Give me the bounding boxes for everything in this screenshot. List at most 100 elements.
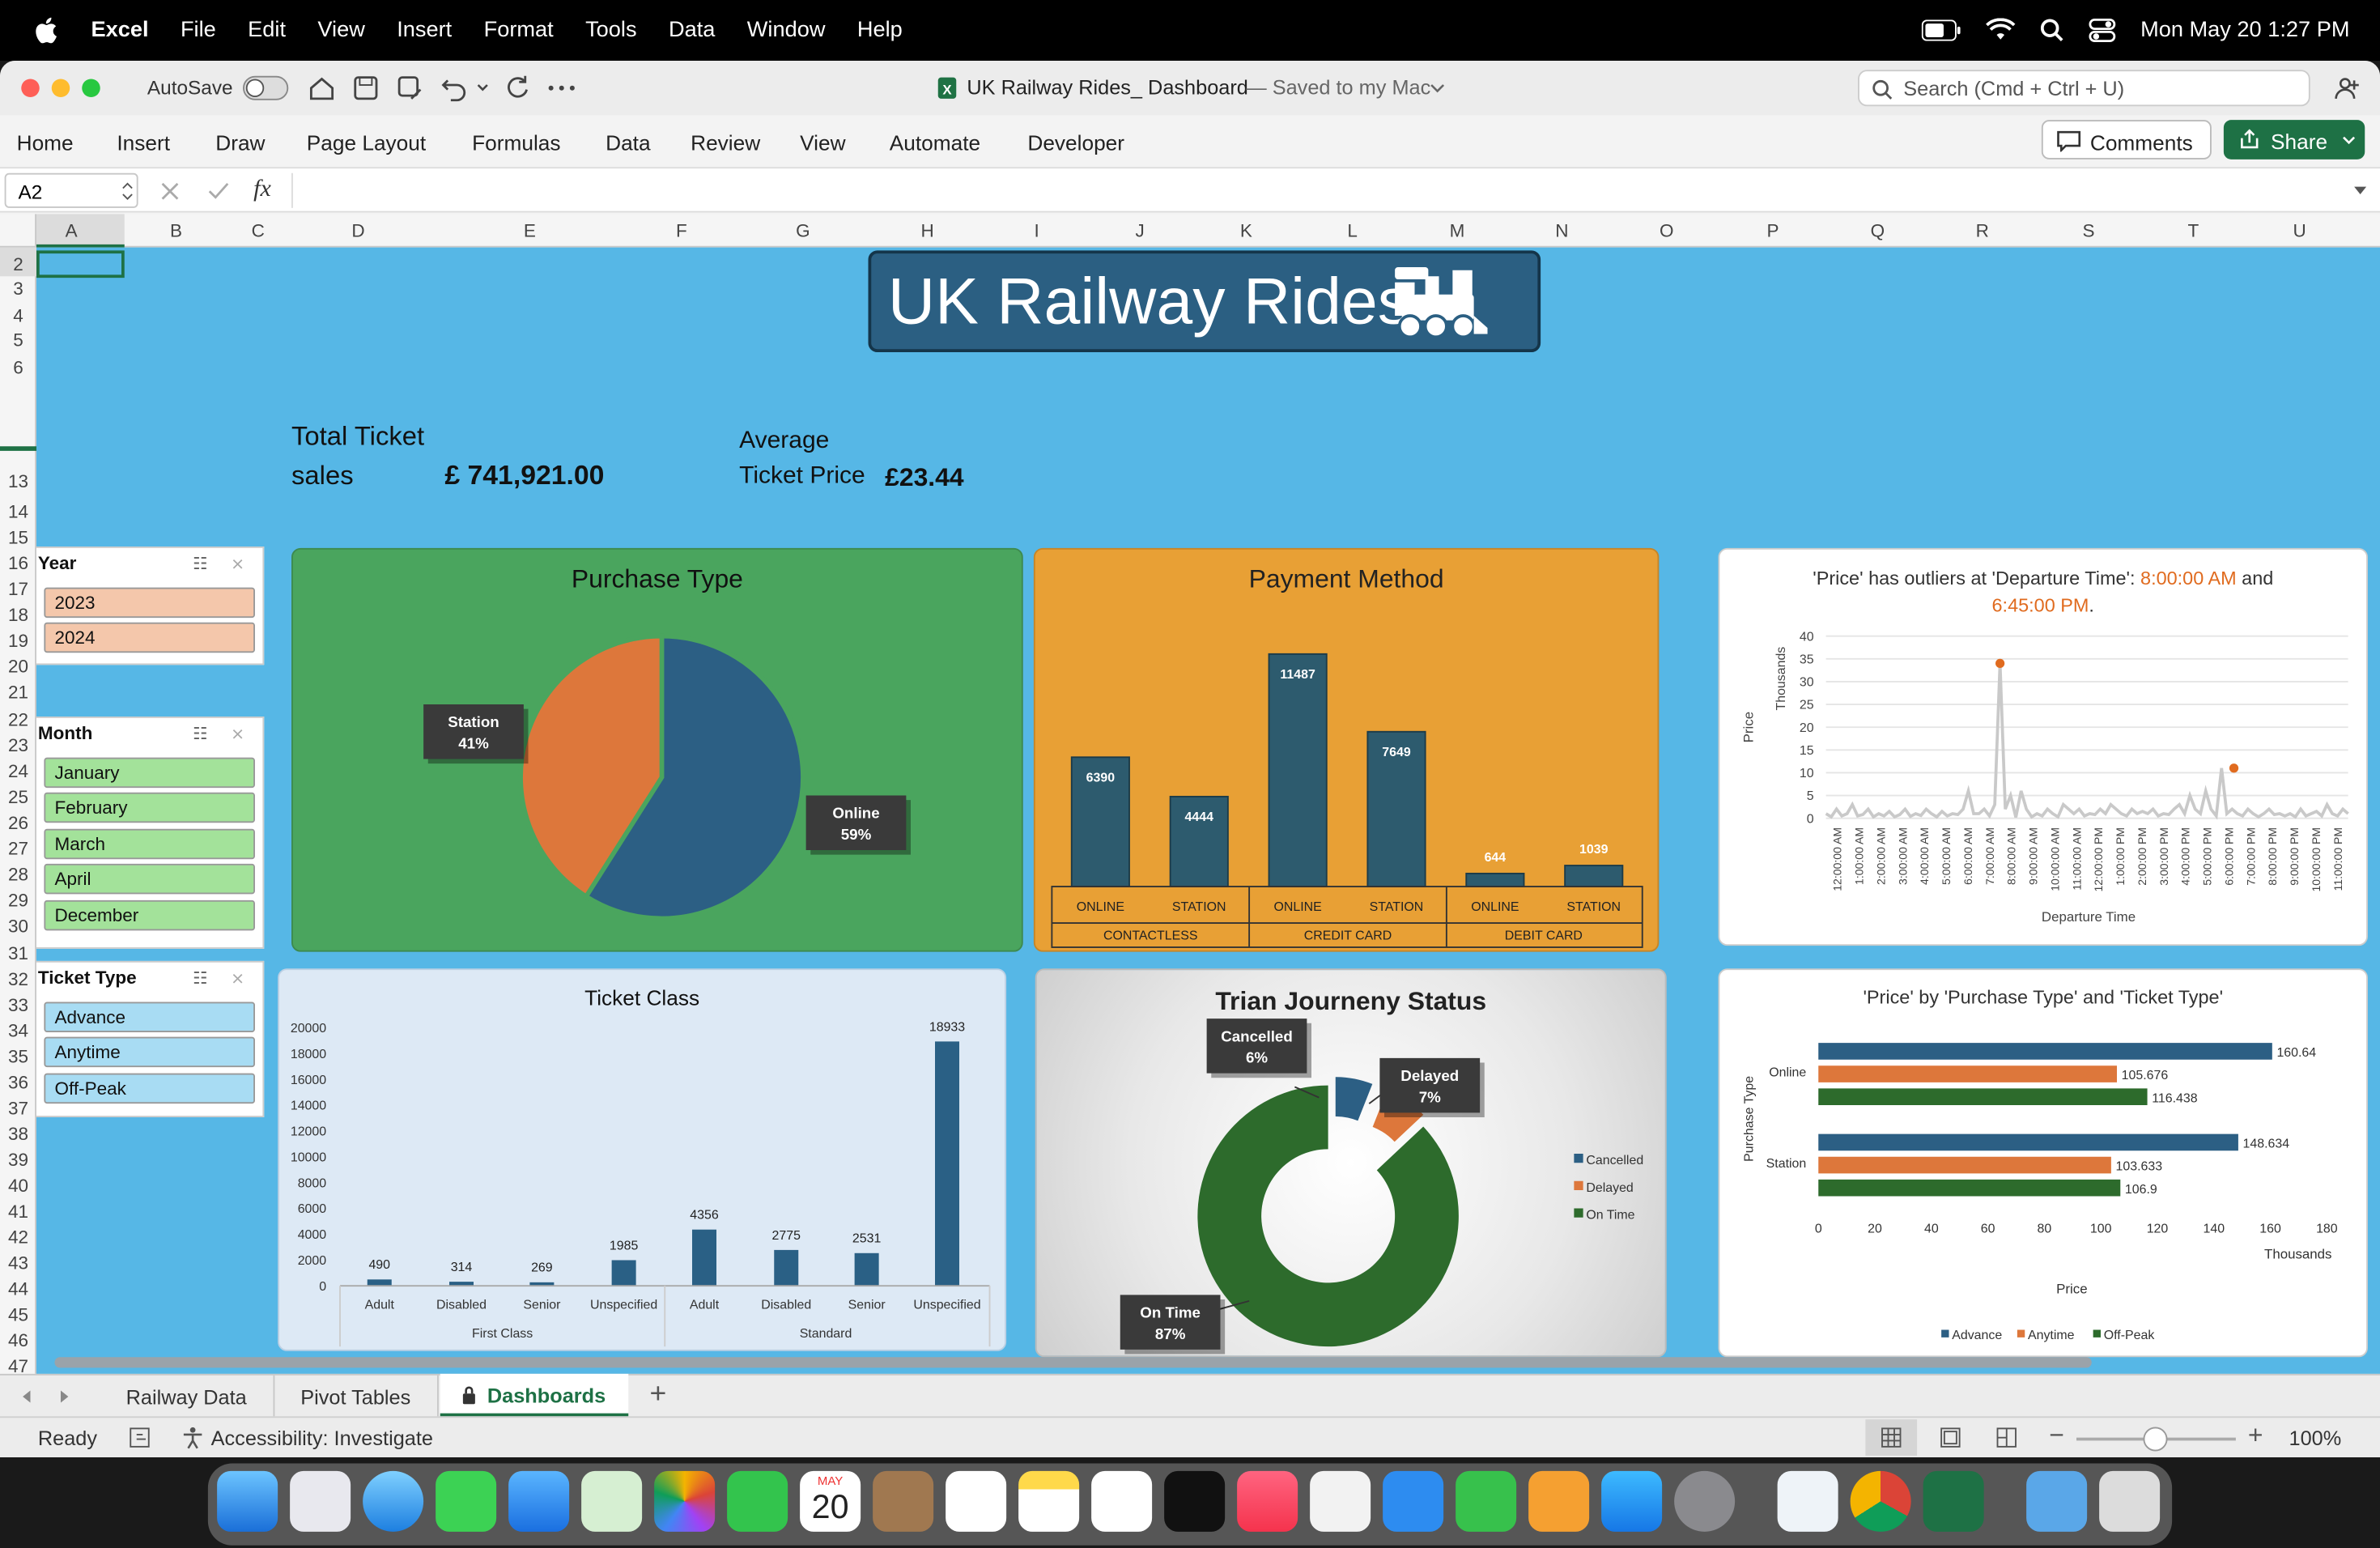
control-center-icon[interactable] (2089, 18, 2116, 43)
price-by-purchase-chart[interactable]: 'Price' by 'Purchase Type' and 'Ticket T… (1718, 968, 2368, 1358)
row-header[interactable]: 45 (0, 1304, 36, 1325)
calendar-icon[interactable]: MAY 20 (800, 1470, 861, 1532)
multi-select-icon[interactable]: ☷ (193, 968, 208, 989)
sheet-tab-dashboards[interactable]: Dashboards (440, 1373, 629, 1417)
row-header[interactable]: 39 (0, 1149, 36, 1170)
close-window-button[interactable] (21, 79, 40, 97)
system-settings-icon[interactable] (1674, 1470, 1736, 1532)
row-header[interactable]: 43 (0, 1252, 36, 1274)
row-header[interactable]: 13 (0, 470, 36, 491)
column-header[interactable]: B (161, 220, 192, 241)
slicer-item-december[interactable]: December (44, 899, 255, 931)
title-dropdown-icon[interactable] (1430, 82, 1445, 94)
column-header[interactable]: D (343, 220, 374, 241)
row-header[interactable]: 41 (0, 1201, 36, 1222)
search-input[interactable]: Search (Cmd + Ctrl + U) (1903, 78, 2124, 100)
column-header[interactable]: C (243, 220, 274, 241)
row-header[interactable]: 29 (0, 890, 36, 911)
menu-file[interactable]: File (181, 19, 216, 43)
row-header[interactable]: 16 (0, 553, 36, 574)
apple-tv-icon[interactable] (1164, 1470, 1226, 1532)
slicer-item-march[interactable]: March (44, 828, 255, 860)
spotlight-search-icon[interactable] (2040, 19, 2064, 43)
numbers-icon[interactable] (1456, 1470, 1517, 1532)
home-icon[interactable] (308, 74, 336, 102)
tab-review[interactable]: Review (691, 130, 760, 155)
scroll-tabs-right-icon[interactable] (59, 1389, 71, 1405)
notes-icon[interactable] (1018, 1470, 1080, 1532)
column-header[interactable]: P (1757, 220, 1788, 241)
sheet-tab-pivot-tables[interactable]: Pivot Tables (274, 1375, 439, 1417)
column-header[interactable]: J (1124, 220, 1155, 241)
finder-icon[interactable] (217, 1470, 278, 1532)
expand-formula-bar-icon[interactable] (2352, 185, 2368, 198)
row-header[interactable]: 28 (0, 864, 36, 885)
row-header[interactable]: 18 (0, 604, 36, 625)
tab-developer[interactable]: Developer (1027, 130, 1124, 155)
ticket-class-chart[interactable]: Ticket Class 0 2000 4000 6000 8000 10000 12000… (278, 968, 1007, 1351)
search-box[interactable]: Search (Cmd + Ctrl + U) (1858, 70, 2310, 107)
row-header[interactable]: 3 (0, 278, 36, 299)
column-header[interactable]: O (1651, 220, 1682, 241)
column-header[interactable]: F (666, 220, 697, 241)
minimize-window-button[interactable] (51, 79, 70, 97)
purchase-type-chart[interactable]: Purchase Type Online 59% Station 41% (291, 547, 1023, 952)
slicer-item-february[interactable]: February (44, 792, 255, 823)
menu-edit[interactable]: Edit (248, 19, 286, 43)
save-as-icon[interactable] (396, 74, 423, 102)
menu-help[interactable]: Help (857, 19, 903, 43)
row-header[interactable]: 32 (0, 968, 36, 989)
row-header[interactable]: 5 (0, 330, 36, 351)
photos-icon[interactable] (654, 1470, 716, 1532)
app-store-icon[interactable] (1601, 1470, 1663, 1532)
column-header[interactable]: N (1547, 220, 1578, 241)
row-header[interactable]: 35 (0, 1046, 36, 1067)
redo-icon[interactable] (504, 74, 532, 102)
menu-tools[interactable]: Tools (585, 19, 636, 43)
menu-insert[interactable]: Insert (397, 19, 452, 43)
menu-window[interactable]: Window (747, 19, 826, 43)
reminders-icon[interactable] (946, 1470, 1007, 1532)
autosave-toggle[interactable] (243, 75, 289, 100)
active-cell-a2[interactable] (36, 250, 125, 279)
launchpad-icon[interactable] (290, 1470, 351, 1532)
clear-filter-icon[interactable]: ⨯ (231, 724, 244, 744)
menu-app-name[interactable]: Excel (91, 19, 149, 43)
tab-view[interactable]: View (800, 130, 845, 155)
apple-logo-icon[interactable] (31, 14, 64, 47)
row-header[interactable]: 19 (0, 630, 36, 651)
row-header[interactable]: 26 (0, 812, 36, 833)
row-header[interactable]: 4 (0, 305, 36, 326)
save-icon[interactable] (352, 74, 380, 102)
column-header[interactable]: I (1022, 220, 1052, 241)
accessibility-status[interactable]: Accessibility: Investigate (211, 1427, 433, 1450)
normal-view-button[interactable] (1865, 1419, 1918, 1457)
price-outliers-chart[interactable]: 'Price' has outliers at 'Departure Time'… (1718, 547, 2368, 946)
column-header[interactable]: R (1967, 220, 1998, 241)
page-break-view-icon[interactable] (1996, 1427, 2017, 1448)
safari-icon[interactable] (363, 1470, 424, 1532)
menu-data[interactable]: Data (669, 19, 715, 43)
zoom-in-button[interactable]: + (2248, 1421, 2263, 1452)
journey-status-chart[interactable]: Trian Journeny Status Cancelled 6% Delayed… (1035, 968, 1667, 1358)
column-header[interactable]: K (1231, 220, 1262, 241)
payment-method-chart[interactable]: Payment Method 6390 ONLINE 4444 STATION 1148… (1033, 547, 1660, 952)
news-icon[interactable] (1310, 1470, 1371, 1532)
row-header[interactable]: 2 (0, 253, 36, 274)
slicer-item-april[interactable]: April (44, 863, 255, 895)
column-header[interactable]: E (515, 220, 546, 241)
tab-formulas[interactable]: Formulas (472, 130, 560, 155)
pages-icon[interactable] (1528, 1470, 1590, 1532)
slicer-item-advance[interactable]: Advance (44, 1002, 255, 1032)
worksheet-grid[interactable]: UK Railway Rides Total Ticket sales £ 74… (36, 247, 2380, 1377)
tab-draw[interactable]: Draw (215, 130, 265, 155)
tableau-icon[interactable] (1777, 1470, 1838, 1532)
multi-select-icon[interactable]: ☷ (193, 724, 208, 744)
row-header[interactable]: 36 (0, 1072, 36, 1093)
tab-data[interactable]: Data (606, 130, 650, 155)
zoom-out-button[interactable]: − (2049, 1421, 2064, 1452)
row-header[interactable]: 46 (0, 1330, 36, 1351)
column-header[interactable]: Q (1863, 220, 1893, 241)
slicer-item-anytime[interactable]: Anytime (44, 1036, 255, 1068)
accessibility-icon[interactable] (181, 1426, 205, 1450)
